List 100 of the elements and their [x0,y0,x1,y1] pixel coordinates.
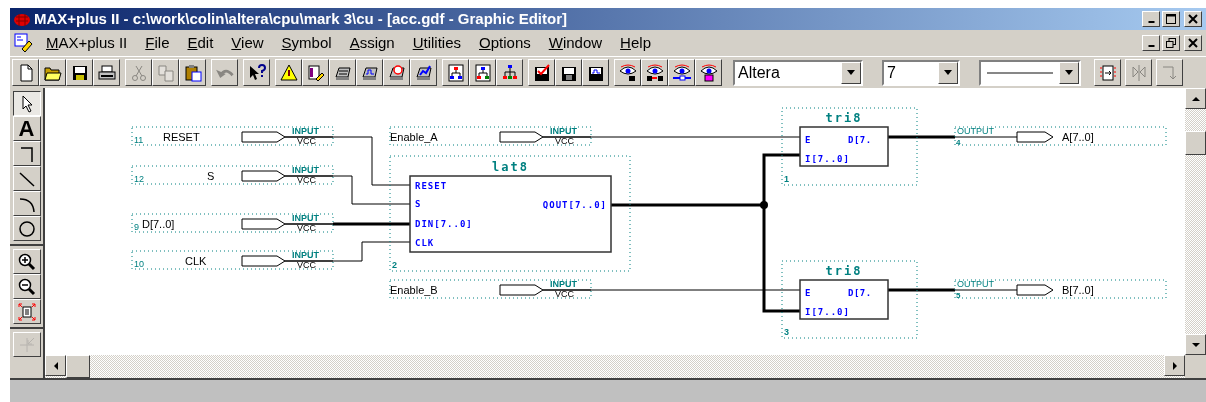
toolbar-button[interactable] [1094,59,1121,87]
toolbar-button[interactable] [582,59,609,87]
minimize-button[interactable] [1142,10,1160,27]
toolbar-button[interactable] [410,59,437,87]
pin-number: 10 [134,259,144,270]
port-label: D[7. [848,135,872,146]
close-icon [1188,37,1198,48]
hierarchy-tree-icon [500,63,519,82]
menu-item[interactable]: Assign [349,34,395,52]
maximize-icon [1166,13,1176,24]
menu-item[interactable]: Window [548,34,603,52]
port-label: I[7..0] [805,307,850,318]
menu-item[interactable]: Help [620,34,651,52]
pin-type-label: INPUT [550,279,577,290]
menu-item[interactable]: Symbol [281,34,332,52]
toolbar-button[interactable] [179,59,206,87]
toolbar-button[interactable] [496,59,523,87]
port-label: CLK [415,238,435,249]
minimize-icon [1147,21,1155,24]
pin-name: A[7..0] [1062,131,1094,144]
toolbar-button[interactable] [614,59,641,87]
pin-name: B[7..0] [1062,284,1094,297]
toolbar-button[interactable] [243,59,270,87]
paste-icon [183,63,202,82]
menu-item[interactable]: Utilities [412,34,462,52]
zoom-out-icon [17,277,36,296]
line-style-dropdown[interactable] [979,59,1081,86]
menu-item[interactable]: Options [479,34,531,52]
instance-number: 1 [784,174,789,185]
toolbar-button[interactable] [555,59,582,87]
minimize-button[interactable] [1142,34,1160,51]
toolbar-button[interactable] [695,59,722,87]
scroll-left-button[interactable] [45,355,66,377]
text-tool-button[interactable]: A [12,116,41,142]
horizontal-scrollbar[interactable] [45,355,1185,379]
scroll-thumb[interactable] [66,355,90,379]
bus-wire [888,288,955,292]
toolbar-button[interactable] [39,59,66,87]
crosshair-icon [17,335,36,354]
fit-page-icon [17,302,36,321]
toolbar-button[interactable] [641,59,668,87]
font-dropdown[interactable]: Altera [733,59,863,86]
checked-floppy-icon [532,63,551,82]
eye-icon [645,63,664,82]
wire [954,136,1018,138]
menu-item[interactable]: View [231,34,264,52]
toolbar-button[interactable] [329,59,356,87]
diagonal-line-icon [17,169,36,188]
scroll-down-button[interactable] [1185,334,1206,356]
vertical-scrollbar[interactable] [1185,88,1206,356]
tool-button[interactable] [12,91,41,117]
pin-type-label: INPUT [292,165,319,176]
toolbar-button[interactable] [93,59,120,87]
bus-wire [888,135,955,139]
pin-name: RESET [163,131,200,144]
symbol-name: tri8 [825,264,863,279]
eye-icon [672,63,691,82]
menu-item[interactable]: MAX+plus II [46,34,128,52]
instance-number: 3 [784,327,789,338]
caret-icon [1064,69,1074,76]
toolbar-button[interactable] [12,59,39,87]
scroll-thumb[interactable] [1185,131,1206,156]
warning-triangle-icon [279,63,298,82]
undo-icon [215,67,234,79]
pin-type-label: OUTPUT [957,126,994,137]
pin-name: D[7..0] [142,218,175,231]
maximize-button[interactable] [1162,10,1180,27]
toolbar-button[interactable] [668,59,695,87]
toolbar-button[interactable] [528,59,555,87]
scroll-right-button[interactable] [1164,355,1185,377]
port-label: E [805,288,812,299]
close-button[interactable] [1184,10,1202,27]
app-icon [13,11,31,26]
menu-item[interactable]: File [145,34,170,52]
size-dropdown[interactable]: 7 [882,59,960,86]
scissors-icon [129,63,148,82]
port-label: E [805,135,812,146]
restore-button[interactable] [1162,34,1180,51]
document-icon[interactable] [14,32,34,53]
pin-number: 12 [134,174,144,185]
toolbar-button[interactable] [66,59,93,87]
eye-icon [699,63,718,82]
port-label: DIN[7..0] [415,219,473,230]
toolbar-button[interactable] [383,59,410,87]
pin-default-label: VCC [297,260,316,271]
pin-number: 5 [956,291,961,301]
toolbar-button[interactable] [275,59,302,87]
copy-icon [156,63,175,82]
minimize-icon [1147,45,1155,48]
toolbar-button[interactable] [356,59,383,87]
toolbar-button[interactable] [442,59,469,87]
pin-default-label: VCC [555,136,574,147]
close-button[interactable] [1184,34,1202,51]
toolbar-button[interactable] [302,59,329,87]
pin-default-label: VCC [297,175,316,186]
menu-item[interactable]: Edit [187,34,214,52]
up-arrow-icon [1190,95,1201,102]
toolbar-button[interactable] [469,59,496,87]
pin-type-label: INPUT [292,126,319,137]
scroll-up-button[interactable] [1185,88,1206,110]
